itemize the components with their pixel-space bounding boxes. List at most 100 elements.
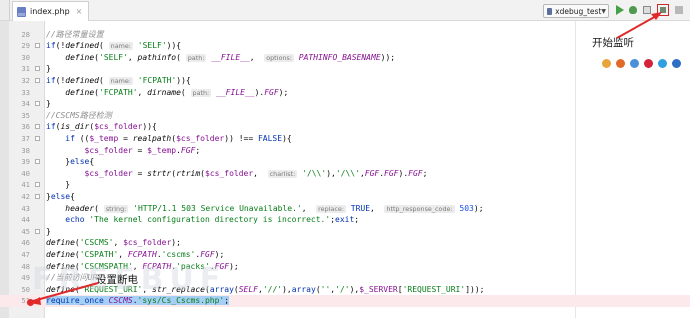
fold-marker-icon[interactable]	[35, 135, 40, 141]
run-icon[interactable]	[614, 5, 624, 15]
code-token: defined	[65, 41, 99, 51]
code-token: ,	[118, 249, 128, 259]
code-token: CSCMS	[108, 296, 133, 306]
fold-marker-icon[interactable]	[35, 159, 40, 165]
breakpoint-icon[interactable]	[27, 299, 34, 306]
line-number[interactable]: 36	[10, 121, 30, 133]
chrome-icon[interactable]	[602, 59, 611, 68]
code-line[interactable]: 40 $cs_folder = strtr(rtrim($cs_folder, …	[0, 168, 690, 180]
code-line[interactable]: 30 define('SELF', pathinfo( path: __FILE…	[0, 52, 690, 64]
line-number[interactable]: 32	[10, 75, 30, 87]
fold-marker-icon[interactable]	[35, 193, 40, 199]
code-token: ));	[380, 52, 396, 62]
code-token: ,	[137, 87, 148, 97]
code-line[interactable]: 31}	[0, 63, 690, 75]
ie-icon[interactable]	[658, 59, 667, 68]
opera-icon[interactable]	[644, 59, 653, 68]
code-token: ).	[254, 87, 265, 97]
tab-index-php[interactable]: index.php ×	[12, 1, 90, 21]
fold-marker-icon[interactable]	[35, 43, 40, 49]
code-token: ;	[195, 145, 201, 155]
tool-window-strip[interactable]	[0, 0, 10, 20]
code-line[interactable]: 36 if(is_dir($cs_folder)){	[0, 121, 690, 133]
editor-tab-bar: index.php × xdebug_test ▼	[0, 0, 690, 21]
code-token: );	[171, 238, 181, 248]
line-number[interactable]: 28	[10, 29, 30, 41]
parameter-hint: string:	[103, 204, 129, 213]
line-number[interactable]: 29	[10, 40, 30, 52]
code-token: ;	[354, 215, 360, 225]
code-token: )){	[176, 75, 191, 85]
php-file-icon	[17, 6, 26, 17]
line-number[interactable]: 43	[10, 203, 30, 215]
code-text: echo 'The kernel configuration directory…	[46, 214, 359, 226]
fold-marker-icon[interactable]	[35, 182, 40, 188]
code-line[interactable]: 33 define('FCPATH', dirname( path: __FIL…	[0, 87, 690, 99]
close-icon[interactable]: ×	[76, 7, 83, 16]
line-number[interactable]: 49	[10, 272, 30, 284]
safari-icon[interactable]	[630, 59, 639, 68]
code-token: pathinfo	[137, 52, 177, 62]
code-token: '/'	[335, 284, 350, 294]
code-token: 'HTTP/1.1 503 Service Unavailable.'	[133, 203, 302, 213]
fold-marker-icon[interactable]	[35, 124, 40, 130]
code-text: }	[46, 98, 51, 110]
line-number[interactable]: 50	[10, 284, 30, 296]
code-line[interactable]: 42}else{	[0, 191, 690, 203]
code-line[interactable]: 45}	[0, 226, 690, 238]
line-number[interactable]: 38	[10, 145, 30, 157]
code-line[interactable]: 43 header( string: 'HTTP/1.1 503 Service…	[0, 203, 690, 215]
line-number[interactable]: 41	[10, 179, 30, 191]
code-line[interactable]: 28 //路径常量设置	[0, 29, 690, 41]
fold-marker-icon[interactable]	[35, 101, 40, 107]
set-breakpoint-annotation: 设置断电	[96, 274, 138, 286]
line-number[interactable]: 34	[10, 98, 30, 110]
stop-icon[interactable]	[674, 5, 684, 15]
code-text: define('CSPATH', FCPATH.'cscms'.FGF);	[46, 249, 224, 261]
debug-icon[interactable]	[628, 5, 638, 15]
code-line[interactable]: 41 }	[0, 179, 690, 191]
line-number[interactable]: 33	[10, 87, 30, 99]
code-text: $cs_folder = $_temp.FGF;	[46, 145, 201, 157]
firefox-icon[interactable]	[616, 59, 625, 68]
code-line[interactable]: 38 $cs_folder = $_temp.FGF;	[0, 145, 690, 157]
line-number[interactable]: 47	[10, 249, 30, 261]
code-token: FGF	[180, 145, 196, 155]
fold-marker-icon[interactable]	[35, 77, 40, 83]
code-line[interactable]: 39 }else{	[0, 156, 690, 168]
code-line[interactable]: 35 //CSCMS路径检测	[0, 110, 690, 122]
code-token: if	[65, 133, 75, 143]
fold-marker-icon[interactable]	[35, 228, 40, 234]
run-configuration-select[interactable]: xdebug_test ▼	[543, 4, 609, 18]
listen-debug-connections-icon[interactable]	[657, 4, 669, 16]
tab-title: index.php	[30, 7, 70, 16]
code-line[interactable]: 37 if (($_temp = realpath($cs_folder)) !…	[0, 133, 690, 145]
code-line[interactable]: 51 require_once CSCMS.'sys/Cs_Cscms.php';	[0, 295, 690, 307]
edge-icon[interactable]	[672, 59, 681, 68]
code-line[interactable]: 32 if(!defined( name: 'FCPATH')){	[0, 75, 690, 87]
line-number[interactable]: 42	[10, 191, 30, 203]
code-token: );	[229, 261, 239, 271]
line-number[interactable]: 37	[10, 133, 30, 145]
code-line[interactable]: 46 define('CSCMS', $cs_folder);	[0, 237, 690, 249]
coverage-icon[interactable]	[642, 5, 652, 15]
line-number[interactable]: 48	[10, 261, 30, 273]
line-number[interactable]: 35	[10, 110, 30, 122]
code-line[interactable]: 29 if(!defined( name: 'SELF')){	[0, 40, 690, 52]
line-number[interactable]: 46	[10, 237, 30, 249]
line-number[interactable]: 31	[10, 63, 30, 75]
chevron-down-icon: ▼	[601, 7, 606, 15]
code-line[interactable]: 44 echo 'The kernel configuration direct…	[0, 214, 690, 226]
line-number[interactable]: 45	[10, 226, 30, 238]
line-number[interactable]: 30	[10, 52, 30, 64]
code-line[interactable]: 34}	[0, 98, 690, 110]
code-token: FGF	[384, 168, 399, 178]
fold-marker-icon[interactable]	[35, 66, 40, 72]
line-number[interactable]: 39	[10, 156, 30, 168]
code-token: (	[180, 87, 191, 97]
line-number[interactable]: 44	[10, 214, 30, 226]
line-number[interactable]: 40	[10, 168, 30, 180]
code-line[interactable]: 47 define('CSPATH', FCPATH.'cscms'.FGF);	[0, 249, 690, 261]
code-token: $cs_folder	[84, 168, 133, 178]
code-token: =	[132, 145, 148, 155]
